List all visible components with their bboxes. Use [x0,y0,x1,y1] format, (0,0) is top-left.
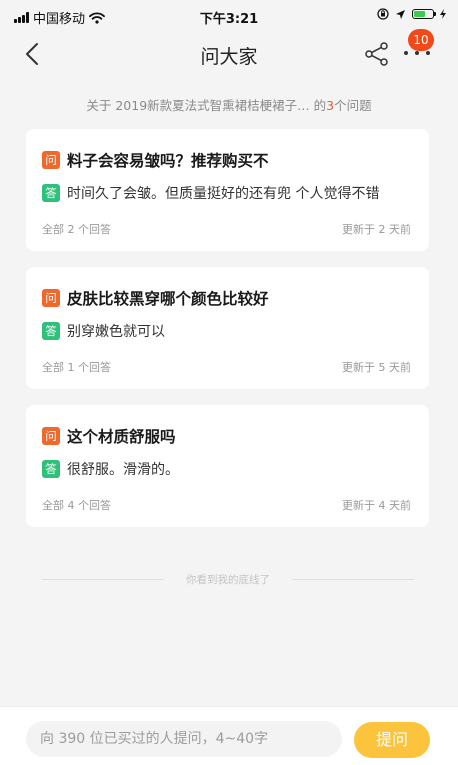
question-count: 3 [326,98,335,113]
summary-prefix: 关于 2019新款夏法式智熏裙桔梗裙子… 的 [86,98,327,113]
ask-bar: 提问 [0,706,458,765]
nav-bar: 问大家 10 [0,29,458,78]
question-text: 这个材质舒服吗 [67,428,176,446]
status-bar: 中国移动 下午3:21 [0,0,458,30]
question-tag: 问 [42,151,60,169]
answer-tag: 答 [42,322,60,340]
end-of-list-text: 你看到我的底线了 [186,573,270,586]
answer-count: 全部 4 个回答 [42,499,111,512]
question-card[interactable]: 问 料子会容易皱吗？推荐购买不 答 时间久了会皱。但质量挺好的还有兜 个人觉得不… [26,129,429,251]
question-card[interactable]: 问 皮肤比较黑穿哪个颜色比较好 答 别穿嫩色就可以 全部 1 个回答 更新于 5… [26,267,429,389]
question-row: 问 这个材质舒服吗 [42,425,176,447]
divider-line [292,578,414,580]
answer-row: 答 时间久了会皱。但质量挺好的还有兜 个人觉得不错 [42,183,379,203]
question-row: 问 料子会容易皱吗？推荐购买不 [42,149,269,171]
question-card[interactable]: 问 这个材质舒服吗 答 很舒服。滑滑的。 全部 4 个回答 更新于 4 天前 [26,405,429,527]
ask-button[interactable]: 提问 [354,722,430,758]
updated-time: 更新于 5 天前 [342,361,411,374]
question-tag: 问 [42,289,60,307]
status-right [377,8,446,20]
end-of-list-divider: 你看到我的底线了 [42,572,414,586]
question-summary: 关于 2019新款夏法式智熏裙桔梗裙子… 的3个问题 [0,95,458,114]
summary-suffix: 个问题 [334,98,372,113]
rotation-lock-icon [377,8,389,20]
answer-row: 答 很舒服。滑滑的。 [42,459,179,479]
ask-input[interactable] [26,721,342,757]
answer-row: 答 别穿嫩色就可以 [42,321,165,341]
charging-icon [440,9,446,19]
answer-count: 全部 1 个回答 [42,361,111,374]
answer-text: 很舒服。滑滑的。 [67,462,179,478]
answer-tag: 答 [42,184,60,202]
answer-tag: 答 [42,460,60,478]
notification-badge: 10 [408,29,434,51]
share-icon[interactable] [364,41,390,67]
question-row: 问 皮肤比较黑穿哪个颜色比较好 [42,287,269,309]
answer-text: 别穿嫩色就可以 [67,324,165,340]
question-text: 皮肤比较黑穿哪个颜色比较好 [67,290,269,308]
question-text: 料子会容易皱吗？推荐购买不 [67,152,269,170]
answer-count: 全部 2 个回答 [42,223,111,236]
battery-icon [412,9,436,19]
divider-line [42,578,164,580]
location-icon [396,9,405,19]
updated-time: 更新于 4 天前 [342,499,411,512]
answer-text: 时间久了会皱。但质量挺好的还有兜 个人觉得不错 [67,186,380,202]
updated-time: 更新于 2 天前 [342,223,411,236]
question-tag: 问 [42,427,60,445]
